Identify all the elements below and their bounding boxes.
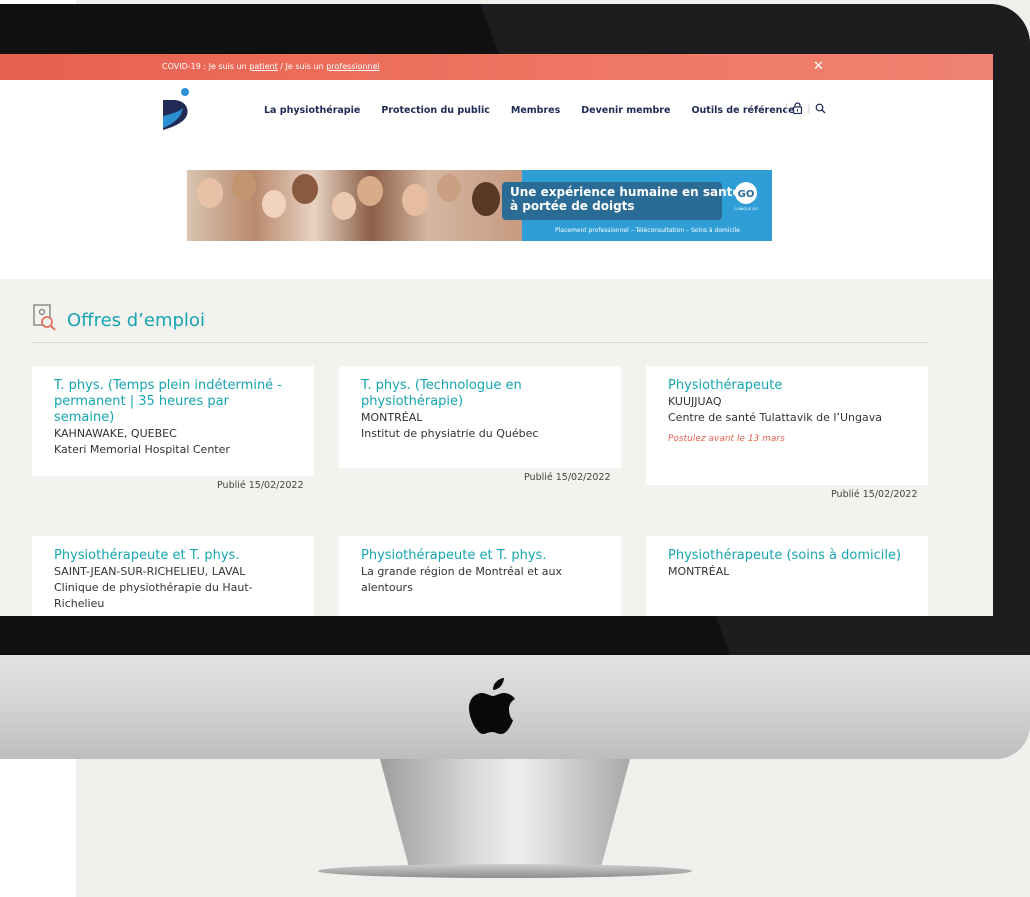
banner-person [437,174,461,202]
job-location: SAINT-JEAN-SUR-RICHELIEU, LAVAL [54,565,246,578]
professional-link[interactable]: professionnel [326,62,380,71]
close-icon[interactable]: ✕ [813,59,824,74]
banner-person [402,184,428,216]
job-card[interactable]: Physiothérapeute et T. phys. La grande r… [339,536,621,616]
banner-person [292,174,318,204]
job-location: KAHNAWAKE, QUEBEC [54,427,177,440]
divider [32,342,928,343]
covid-prefix: COVID-19 : Je suis un [162,62,250,71]
lock-icon[interactable] [792,102,803,114]
job-card[interactable]: T. phys. (Temps plein indéterminé - perm… [32,366,314,476]
ad-banner[interactable]: Une expérience humaine en santé à portée… [187,170,772,241]
job-employer: Kateri Memorial Hospital Center [54,443,230,456]
website-screen: COVID-19 : Je suis un patient / Je suis … [0,54,993,616]
job-title[interactable]: Physiothérapeute (soins à domicile) [668,548,903,564]
nav-item-membres[interactable]: Membres [511,105,560,116]
job-published-date: Publié 15/02/2022 [524,472,611,483]
job-deadline: Postulez avant le 13 mars [668,434,785,444]
nav-item-outils[interactable]: Outils de référence [691,105,794,116]
divider: | [807,102,811,114]
banner-headline-1: Une expérience humaine en santé [510,185,741,199]
clinique-go-logo: GO CLINIQUE GO [734,182,758,211]
banner-subline: Placement professionnel – Téléconsultati… [555,227,740,234]
site-logo[interactable] [161,88,193,132]
banner-person [232,172,256,200]
job-card[interactable]: T. phys. (Technologue en physiothérapie)… [339,366,621,468]
main-nav: La physiothérapie Protection du public M… [264,105,816,116]
job-employer: Institut de physiatrie du Québec [361,427,539,440]
covid-separator: / Je suis un [277,62,327,71]
job-card[interactable]: Physiothérapeute KUUJJUAQ Centre de sant… [646,366,928,485]
banner-photo [187,170,522,241]
banner-person [262,190,286,218]
job-location: KUUJJUAQ [668,395,722,408]
job-employer: Clinique de physiothérapie du Haut-Riche… [54,581,253,610]
job-title[interactable]: T. phys. (Temps plein indéterminé - perm… [54,378,289,426]
job-search-icon [33,304,56,331]
job-card[interactable]: Physiothérapeute et T. phys. SAINT-JEAN-… [32,536,314,616]
job-location: MONTRÉAL [361,411,423,424]
job-title[interactable]: Physiothérapeute et T. phys. [361,548,596,564]
svg-text:GO: GO [738,189,755,200]
covid-message: COVID-19 : Je suis un patient / Je suis … [162,62,380,71]
banner-person [357,176,383,206]
job-employer: Centre de santé Tulattavik de l’Ungava [668,411,882,424]
job-published-date: Publié 15/02/2022 [831,489,918,500]
job-location: MONTRÉAL [668,565,730,578]
banner-person [472,182,500,216]
search-icon[interactable] [815,103,826,114]
monitor-stand-base [318,864,692,878]
clinique-go-logo-text: CLINIQUE GO [734,207,758,211]
job-title[interactable]: Physiothérapeute et T. phys. [54,548,289,564]
imac-monitor: COVID-19 : Je suis un patient / Je suis … [0,4,1030,759]
patient-link[interactable]: patient [249,62,277,71]
section-title: Offres d’emploi [67,310,205,331]
covid-alert-bar: COVID-19 : Je suis un patient / Je suis … [0,54,993,80]
job-title[interactable]: T. phys. (Technologue en physiothérapie) [361,378,596,410]
job-offers-section: Offres d’emploi T. phys. (Temps plein in… [0,279,993,616]
nav-item-protection[interactable]: Protection du public [381,105,490,116]
job-location: La grande région de Montréal et aux alen… [361,565,563,594]
divider: | [785,102,789,114]
apple-logo-icon [469,678,515,734]
banner-person [332,192,356,220]
monitor-stand [380,759,630,871]
job-card[interactable]: Physiothérapeute (soins à domicile) MONT… [646,536,928,616]
banner-headline-2: à portée de doigts [510,199,635,213]
nav-item-physiotherapie[interactable]: La physiothérapie [264,105,360,116]
nav-item-devenir-membre[interactable]: Devenir membre [581,105,670,116]
nav-icons: | | [785,102,826,114]
banner-person [197,178,223,208]
job-published-date: Publié 15/02/2022 [217,480,304,491]
job-title[interactable]: Physiothérapeute [668,378,903,394]
